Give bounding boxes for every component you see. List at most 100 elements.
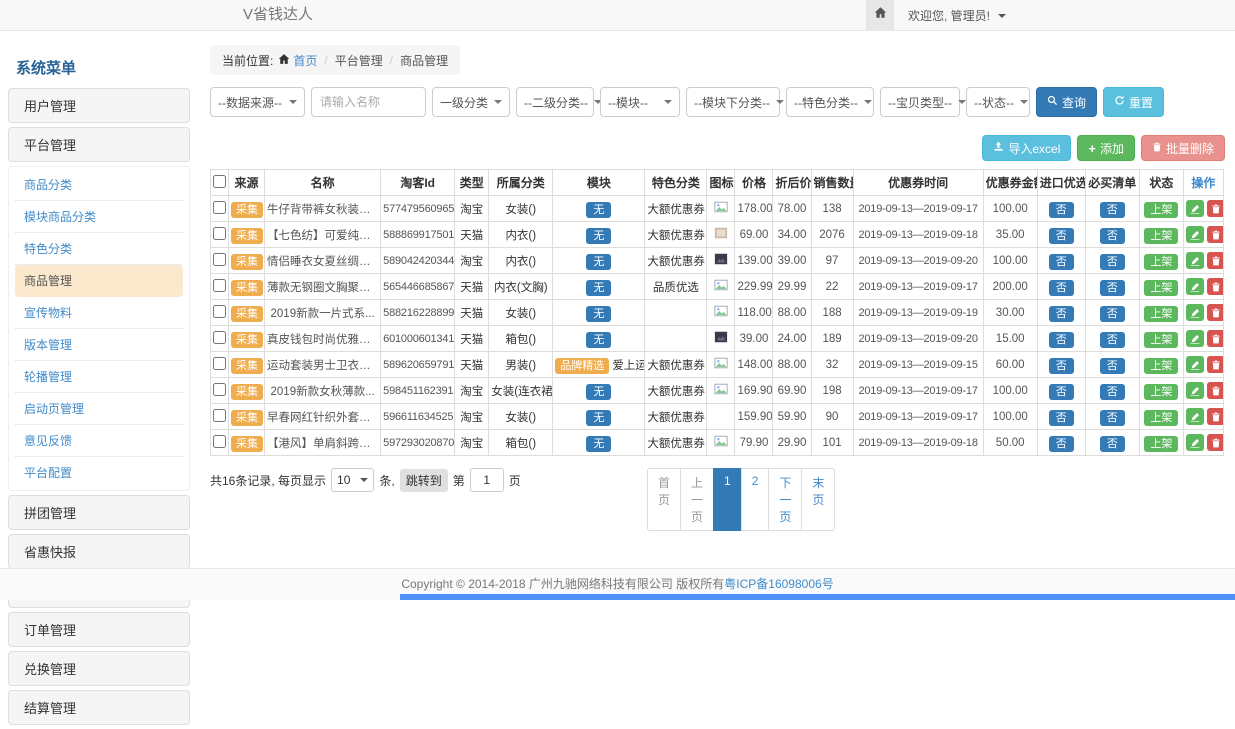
page-button-1[interactable]: 1 xyxy=(713,468,742,531)
import-choice-toggle[interactable]: 否 xyxy=(1049,228,1074,244)
per-page-select[interactable]: 10 xyxy=(331,468,374,492)
module-badge[interactable]: 无 xyxy=(586,228,611,244)
status-toggle[interactable]: 上架 xyxy=(1144,436,1178,452)
module-badge[interactable]: 无 xyxy=(586,332,611,348)
filter-select-4[interactable]: --模块下分类-- xyxy=(686,87,780,117)
sidebar-item-商品分类[interactable]: 商品分类 xyxy=(15,169,183,201)
sidebar-item-启动页管理[interactable]: 启动页管理 xyxy=(15,393,183,425)
sidebar-section-用户管理[interactable]: 用户管理 xyxy=(8,88,190,123)
module-badge[interactable]: 无 xyxy=(586,410,611,426)
edit-button[interactable] xyxy=(1186,278,1204,295)
sidebar-section-结算管理[interactable]: 结算管理 xyxy=(8,690,190,725)
must-buy-toggle[interactable]: 否 xyxy=(1100,332,1125,348)
sidebar-item-商品管理[interactable]: 商品管理 xyxy=(15,265,183,297)
page-button-2[interactable]: 2 xyxy=(741,468,770,531)
module-badge[interactable]: 无 xyxy=(586,280,611,296)
filter-select-3[interactable]: --模块-- xyxy=(600,87,680,117)
page-button-上一页[interactable]: 上一页 xyxy=(680,468,714,531)
row-checkbox[interactable] xyxy=(213,331,226,344)
filter-select-2[interactable]: --二级分类-- xyxy=(516,87,594,117)
edit-button[interactable] xyxy=(1186,434,1204,451)
status-toggle[interactable]: 上架 xyxy=(1144,228,1178,244)
import-choice-toggle[interactable]: 否 xyxy=(1049,202,1074,218)
must-buy-toggle[interactable]: 否 xyxy=(1100,254,1125,270)
filter-select-7[interactable]: --状态-- xyxy=(966,87,1030,117)
sidebar-section-拼团管理[interactable]: 拼团管理 xyxy=(8,495,190,530)
home-button[interactable] xyxy=(866,0,894,30)
import-choice-toggle[interactable]: 否 xyxy=(1049,332,1074,348)
must-buy-toggle[interactable]: 否 xyxy=(1100,280,1125,296)
must-buy-toggle[interactable]: 否 xyxy=(1100,358,1125,374)
row-checkbox[interactable] xyxy=(213,279,226,292)
delete-button[interactable] xyxy=(1207,252,1224,269)
import-excel-button[interactable]: 导入excel xyxy=(982,135,1071,161)
row-checkbox[interactable] xyxy=(213,253,226,266)
row-checkbox[interactable] xyxy=(213,201,226,214)
module-badge[interactable]: 无 xyxy=(586,384,611,400)
batch-delete-button[interactable]: 批量删除 xyxy=(1141,135,1225,161)
row-checkbox[interactable] xyxy=(213,435,226,448)
filter-select-6[interactable]: --宝贝类型-- xyxy=(880,87,960,117)
delete-button[interactable] xyxy=(1207,226,1224,243)
import-choice-toggle[interactable]: 否 xyxy=(1049,306,1074,322)
status-toggle[interactable]: 上架 xyxy=(1144,384,1178,400)
row-checkbox[interactable] xyxy=(213,227,226,240)
welcome-user-menu[interactable]: 欢迎您, 管理员! xyxy=(908,7,1006,24)
sidebar-item-意见反馈[interactable]: 意见反馈 xyxy=(15,425,183,457)
delete-button[interactable] xyxy=(1207,330,1224,347)
edit-button[interactable] xyxy=(1186,200,1204,217)
page-button-下一页[interactable]: 下一页 xyxy=(768,468,802,531)
import-choice-toggle[interactable]: 否 xyxy=(1049,384,1074,400)
sidebar-item-平台配置[interactable]: 平台配置 xyxy=(15,457,183,488)
module-badge[interactable]: 无 xyxy=(586,202,611,218)
delete-button[interactable] xyxy=(1207,304,1224,321)
module-badge[interactable]: 无 xyxy=(586,254,611,270)
must-buy-toggle[interactable]: 否 xyxy=(1100,202,1125,218)
status-toggle[interactable]: 上架 xyxy=(1144,280,1178,296)
row-checkbox[interactable] xyxy=(213,357,226,370)
import-choice-toggle[interactable]: 否 xyxy=(1049,280,1074,296)
status-toggle[interactable]: 上架 xyxy=(1144,306,1178,322)
edit-button[interactable] xyxy=(1186,330,1204,347)
select-all-checkbox[interactable] xyxy=(213,175,226,188)
page-button-末页[interactable]: 末页 xyxy=(801,468,835,531)
must-buy-toggle[interactable]: 否 xyxy=(1100,384,1125,400)
status-toggle[interactable]: 上架 xyxy=(1144,332,1178,348)
delete-button[interactable] xyxy=(1207,434,1224,451)
sidebar-section-平台管理[interactable]: 平台管理 xyxy=(8,127,190,162)
sidebar-item-轮播管理[interactable]: 轮播管理 xyxy=(15,361,183,393)
add-button[interactable]: + 添加 xyxy=(1077,135,1135,161)
module-badge[interactable]: 品牌精选 xyxy=(555,358,609,374)
icp-link[interactable]: 粤ICP备16098006号 xyxy=(724,577,833,591)
sidebar-item-特色分类[interactable]: 特色分类 xyxy=(15,233,183,265)
search-button[interactable]: 查询 xyxy=(1036,87,1097,117)
filter-select-5[interactable]: --特色分类-- xyxy=(786,87,874,117)
module-badge[interactable]: 无 xyxy=(586,306,611,322)
sidebar-item-版本管理[interactable]: 版本管理 xyxy=(15,329,183,361)
status-toggle[interactable]: 上架 xyxy=(1144,202,1178,218)
edit-button[interactable] xyxy=(1186,252,1204,269)
status-toggle[interactable]: 上架 xyxy=(1144,410,1178,426)
filter-select-1[interactable]: 一级分类 xyxy=(432,87,510,117)
delete-button[interactable] xyxy=(1207,278,1224,295)
row-checkbox[interactable] xyxy=(213,305,226,318)
page-button-首页[interactable]: 首页 xyxy=(647,468,681,531)
row-checkbox[interactable] xyxy=(213,383,226,396)
page-number-input[interactable] xyxy=(470,468,504,492)
data-source-select[interactable]: --数据来源-- xyxy=(210,87,305,117)
breadcrumb-home-link[interactable]: 首页 xyxy=(293,52,317,69)
jump-to-button[interactable]: 跳转到 xyxy=(400,469,448,492)
must-buy-toggle[interactable]: 否 xyxy=(1100,436,1125,452)
sidebar-item-模块商品分类[interactable]: 模块商品分类 xyxy=(15,201,183,233)
status-toggle[interactable]: 上架 xyxy=(1144,254,1178,270)
import-choice-toggle[interactable]: 否 xyxy=(1049,254,1074,270)
must-buy-toggle[interactable]: 否 xyxy=(1100,306,1125,322)
edit-button[interactable] xyxy=(1186,226,1204,243)
sidebar-section-省惠快报[interactable]: 省惠快报 xyxy=(8,534,190,569)
import-choice-toggle[interactable]: 否 xyxy=(1049,410,1074,426)
edit-button[interactable] xyxy=(1186,304,1204,321)
delete-button[interactable] xyxy=(1207,200,1224,217)
status-toggle[interactable]: 上架 xyxy=(1144,358,1178,374)
delete-button[interactable] xyxy=(1207,408,1224,425)
module-badge[interactable]: 无 xyxy=(586,436,611,452)
